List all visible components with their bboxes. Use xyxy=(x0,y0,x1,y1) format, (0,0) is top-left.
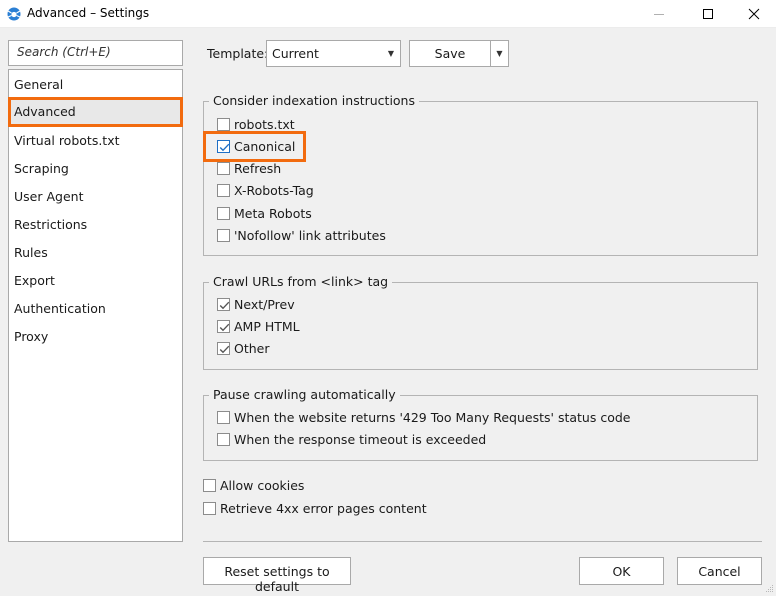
checkbox-box[interactable] xyxy=(217,183,230,197)
checkbox-label: Next/Prev xyxy=(234,296,295,312)
checkbox-box-checked[interactable] xyxy=(217,297,230,311)
minimize-button[interactable] xyxy=(636,0,682,28)
checkbox-label: robots.txt xyxy=(234,116,295,132)
checkbox-box[interactable] xyxy=(217,161,230,175)
title-bar: Advanced – Settings xyxy=(0,0,776,28)
sidebar-item-rules[interactable]: Rules xyxy=(9,239,182,267)
save-template-button[interactable]: Save xyxy=(409,40,491,67)
checkbox-box[interactable] xyxy=(217,432,230,446)
checkbox-pause-429[interactable]: When the website returns '429 Too Many R… xyxy=(217,406,630,428)
checkbox-box-checked[interactable] xyxy=(217,341,230,355)
checkbox-box[interactable] xyxy=(203,478,216,492)
checkmark-icon xyxy=(219,301,230,309)
checkbox-label: Other xyxy=(234,340,270,356)
checkbox-label: Retrieve 4xx error pages content xyxy=(220,500,427,516)
checkbox-label: Meta Robots xyxy=(234,205,312,221)
checkbox-box[interactable] xyxy=(217,117,230,131)
checkbox-label: Allow cookies xyxy=(220,477,305,493)
dropdown-arrow-icon: ▼ xyxy=(496,49,503,58)
checkbox-label: AMP HTML xyxy=(234,318,300,334)
template-selected-value: Current xyxy=(272,46,319,61)
template-label: Template: xyxy=(207,46,269,61)
sidebar-item-proxy[interactable]: Proxy xyxy=(9,323,182,351)
checkbox-amp-html[interactable]: AMP HTML xyxy=(217,315,300,337)
checkbox-allow-cookies[interactable]: Allow cookies xyxy=(203,474,304,496)
checkmark-icon xyxy=(219,345,230,353)
sidebar-item-user-agent[interactable]: User Agent xyxy=(9,183,182,211)
checkbox-meta-robots[interactable]: Meta Robots xyxy=(217,202,312,224)
window-title: Advanced – Settings xyxy=(27,6,150,20)
maximize-button[interactable] xyxy=(685,0,731,28)
sidebar-item-scraping[interactable]: Scraping xyxy=(9,155,182,183)
checkbox-box[interactable] xyxy=(203,501,216,515)
checkmark-icon xyxy=(219,143,230,152)
checkbox-box[interactable] xyxy=(217,228,230,242)
checkbox-nofollow[interactable]: 'Nofollow' link attributes xyxy=(217,224,386,246)
close-button[interactable] xyxy=(731,0,776,28)
checkbox-box-checked[interactable] xyxy=(217,140,230,153)
checkbox-box[interactable] xyxy=(217,410,230,424)
dropdown-arrow-icon: ▼ xyxy=(387,49,394,58)
sidebar-item-restrictions[interactable]: Restrictions xyxy=(9,211,182,239)
settings-search-input[interactable]: Search (Ctrl+E) xyxy=(8,40,183,66)
sidebar-item-general[interactable]: General xyxy=(9,71,182,99)
checkbox-label: X-Robots-Tag xyxy=(234,182,314,198)
checkbox-box[interactable] xyxy=(217,206,230,220)
reset-settings-button[interactable]: Reset settings to default xyxy=(203,557,351,594)
checkbox-pause-timeout[interactable]: When the response timeout is exceeded xyxy=(217,428,486,450)
checkbox-refresh[interactable]: Refresh xyxy=(217,157,281,179)
link-tag-group-title: Crawl URLs from <link> tag xyxy=(209,274,393,289)
checkbox-label: Refresh xyxy=(234,160,282,176)
search-placeholder: Search (Ctrl+E) xyxy=(17,45,111,59)
footer-divider xyxy=(203,541,762,542)
checkbox-label: When the website returns '429 Too Many R… xyxy=(234,409,631,425)
checkbox-next-prev[interactable]: Next/Prev xyxy=(217,293,295,315)
indexation-group-title: Consider indexation instructions xyxy=(209,93,419,108)
checkbox-label: Canonical xyxy=(234,139,296,154)
checkbox-robots-txt[interactable]: robots.txt xyxy=(217,113,295,135)
sidebar-item-authentication[interactable]: Authentication xyxy=(9,295,182,323)
checkbox-other[interactable]: Other xyxy=(217,337,270,359)
minimize-icon xyxy=(654,14,664,15)
checkbox-x-robots-tag[interactable]: X-Robots-Tag xyxy=(217,179,314,201)
sidebar-item-export[interactable]: Export xyxy=(9,267,182,295)
template-select[interactable]: Current ▼ xyxy=(266,40,401,67)
checkbox-retrieve-4xx[interactable]: Retrieve 4xx error pages content xyxy=(203,497,427,519)
spider-logo-icon xyxy=(7,7,21,21)
close-icon xyxy=(748,8,760,20)
cancel-button[interactable]: Cancel xyxy=(677,557,762,585)
checkbox-canonical[interactable]: Canonical xyxy=(203,131,306,162)
settings-nav-list: General Advanced Virtual robots.txt Scra… xyxy=(8,69,183,542)
pause-crawling-group-title: Pause crawling automatically xyxy=(209,387,400,402)
sidebar-item-advanced[interactable]: Advanced xyxy=(8,97,183,127)
checkbox-label: 'Nofollow' link attributes xyxy=(234,227,386,243)
save-options-dropdown[interactable]: ▼ xyxy=(490,40,509,67)
maximize-icon xyxy=(703,9,713,19)
checkbox-label: When the response timeout is exceeded xyxy=(234,431,487,447)
checkbox-box-checked[interactable] xyxy=(217,319,230,333)
checkmark-icon xyxy=(219,323,230,331)
ok-button[interactable]: OK xyxy=(579,557,664,585)
resize-grip-icon[interactable] xyxy=(764,582,774,592)
sidebar-item-virtual-robots[interactable]: Virtual robots.txt xyxy=(9,127,182,155)
